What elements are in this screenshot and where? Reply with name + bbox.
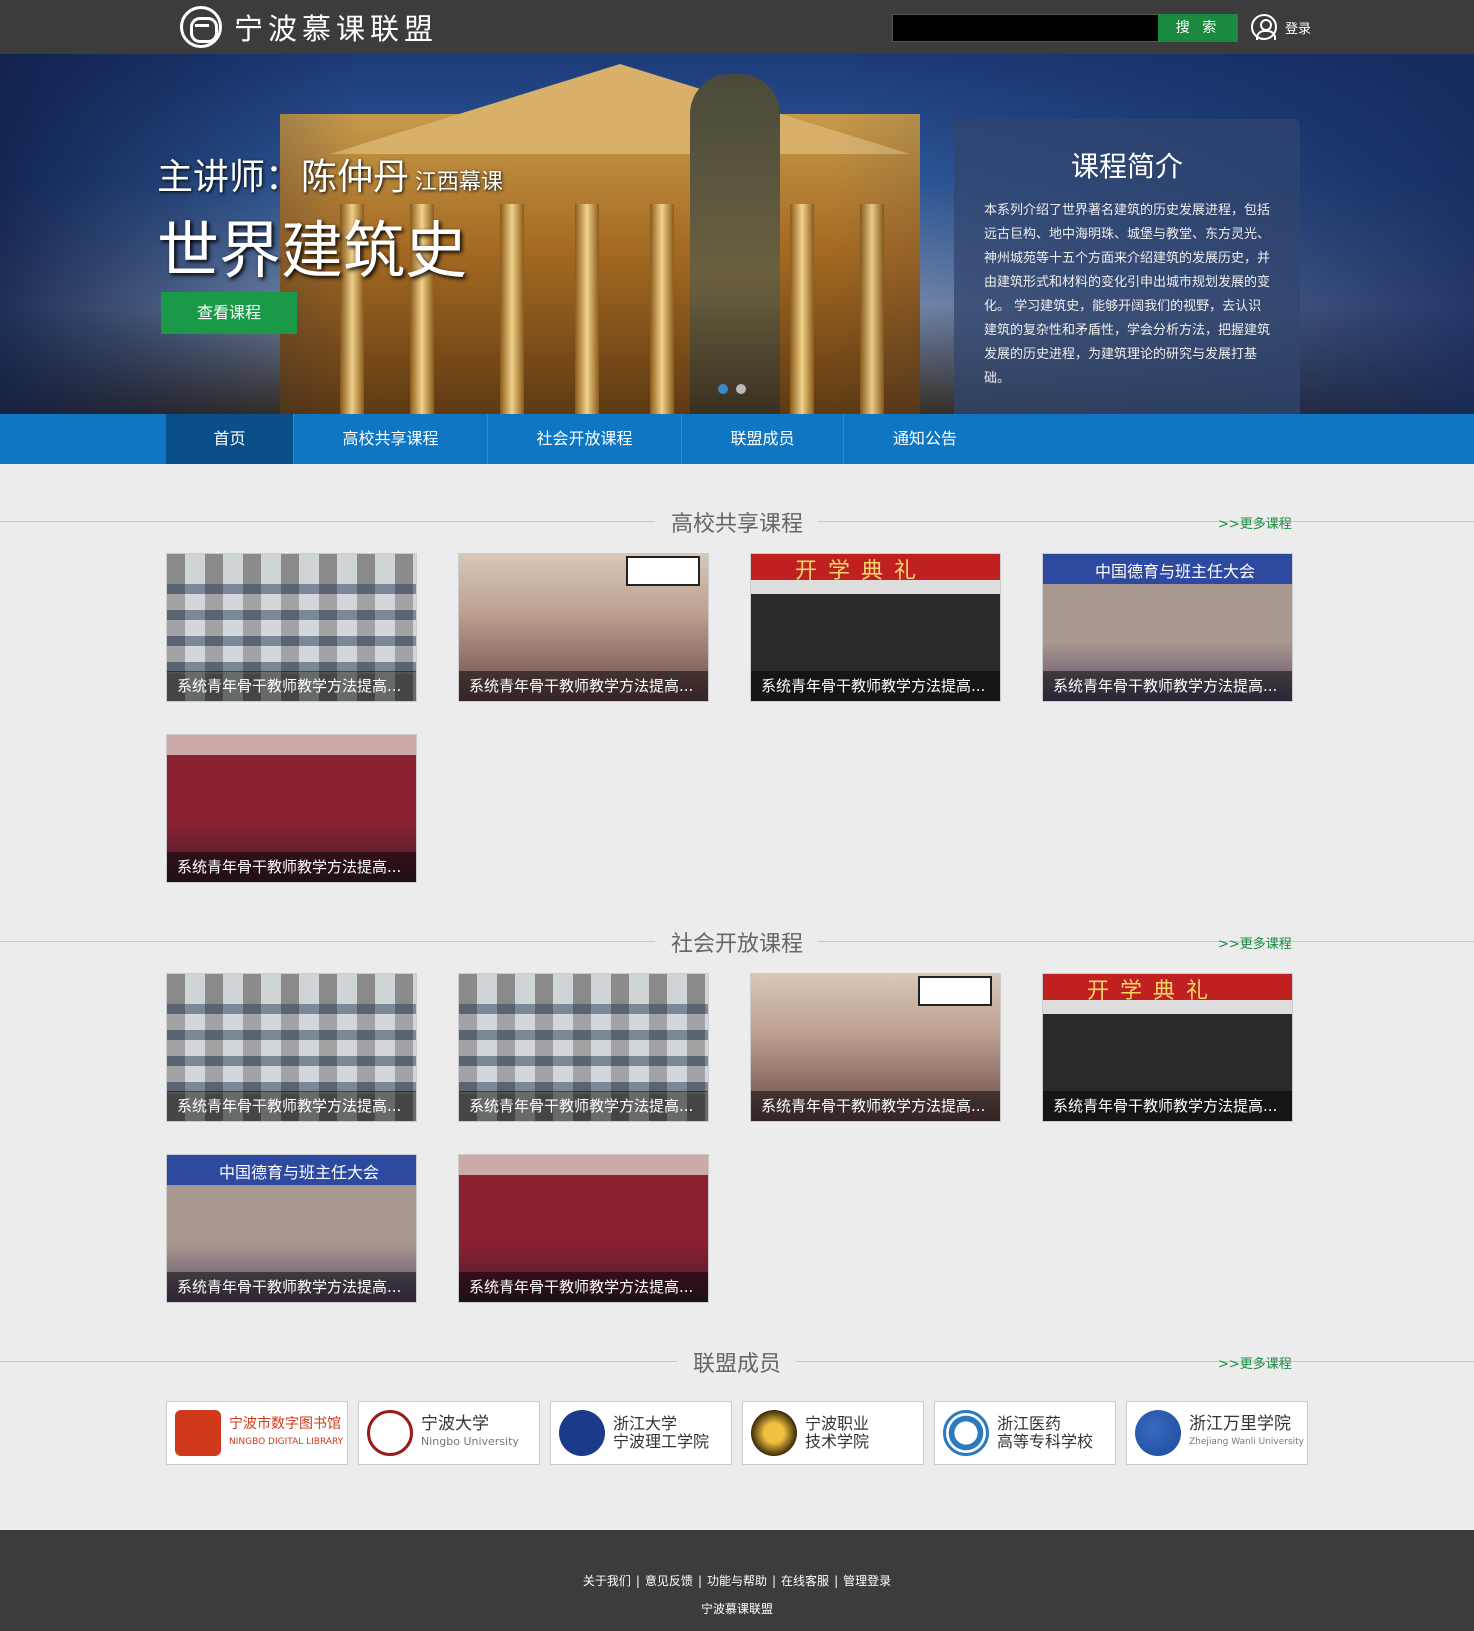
course-caption: 系统青年骨干教师教学方法提高...	[167, 1091, 416, 1121]
more-courses-link[interactable]: >>更多课程	[1218, 513, 1292, 532]
nav-item-notices[interactable]: 通知公告	[844, 414, 1006, 464]
course-card[interactable]: 系统青年骨干教师教学方法提高...	[166, 1154, 417, 1303]
carousel-dot[interactable]	[718, 384, 728, 394]
course-caption: 系统青年骨干教师教学方法提高...	[459, 1091, 708, 1121]
nav-item-social-courses[interactable]: 社会开放课程	[488, 414, 682, 464]
hero-banner: 主讲师：陈仲丹 江西幕课 世界建筑史 查看课程 课程简介 本系列介绍了世界著名建筑…	[0, 54, 1474, 414]
library-logo-icon	[175, 1410, 221, 1456]
course-card[interactable]: 系统青年骨干教师教学方法提高...	[1042, 973, 1293, 1122]
university-seal-icon	[367, 1410, 413, 1456]
university-seal-icon	[751, 1410, 797, 1456]
course-card[interactable]: 系统青年骨干教师教学方法提高...	[166, 973, 417, 1122]
member-logo-ningbo-university[interactable]: 宁波大学 Ningbo University	[358, 1401, 540, 1465]
logo-icon	[180, 6, 222, 48]
footer-link-support[interactable]: 在线客服	[781, 1574, 829, 1588]
logo-text: 宁波慕课联盟	[234, 12, 439, 46]
university-seal-icon	[559, 1410, 605, 1456]
university-seal-icon	[1135, 1410, 1181, 1456]
teacher-name: 主讲师：陈仲丹	[157, 157, 410, 198]
user-icon	[1251, 14, 1277, 40]
course-card[interactable]: 系统青年骨干教师教学方法提高...	[750, 973, 1001, 1122]
course-card[interactable]: 系统青年骨干教师教学方法提高...	[1042, 553, 1293, 702]
course-card[interactable]: 系统青年骨干教师教学方法提高...	[166, 553, 417, 702]
view-course-button[interactable]: 查看课程	[161, 292, 297, 334]
course-caption: 系统青年骨干教师教学方法提高...	[167, 852, 416, 882]
member-logo-ningbo-polytechnic[interactable]: 宁波职业 技术学院	[742, 1401, 924, 1465]
section-header-members: 联盟成员 >>更多课程	[0, 1346, 1474, 1377]
course-caption: 系统青年骨干教师教学方法提高...	[1043, 1091, 1292, 1121]
member-name: 宁波市数字图书馆	[229, 1416, 341, 1432]
teacher-org: 江西幕课	[415, 170, 504, 195]
login-label: 登录	[1285, 21, 1312, 37]
course-card[interactable]: 系统青年骨干教师教学方法提高...	[166, 734, 417, 883]
university-seal-icon	[943, 1410, 989, 1456]
course-caption: 系统青年骨干教师教学方法提高...	[167, 671, 416, 701]
course-caption: 系统青年骨干教师教学方法提高...	[459, 671, 708, 701]
more-courses-link[interactable]: >>更多课程	[1218, 1353, 1292, 1372]
member-sub: NINGBO DIGITAL LIBRARY	[229, 1437, 344, 1447]
course-caption: 系统青年骨干教师教学方法提高...	[459, 1272, 708, 1302]
site-logo[interactable]: 宁波慕课联盟	[180, 6, 438, 48]
section-header-university: 高校共享课程 >>更多课程	[0, 506, 1474, 537]
search-button[interactable]: 搜 索	[1158, 14, 1238, 42]
member-sub: Zhejiang Wanli University	[1189, 1437, 1305, 1447]
more-courses-link[interactable]: >>更多课程	[1218, 933, 1292, 952]
member-name: 浙江医药 高等专科学校	[997, 1414, 1094, 1451]
member-logo-zjpc[interactable]: 浙江医药 高等专科学校	[934, 1401, 1116, 1465]
course-caption: 系统青年骨干教师教学方法提高...	[751, 671, 1000, 701]
member-name: 浙江万里学院	[1189, 1414, 1291, 1434]
course-caption: 系统青年骨干教师教学方法提高...	[167, 1272, 416, 1302]
member-logo-nit-zju[interactable]: 浙江大学 宁波理工学院	[550, 1401, 732, 1465]
main-nav: 首页 高校共享课程 社会开放课程 联盟成员 通知公告	[0, 414, 1474, 464]
footer-copyright: 宁波慕课联盟	[700, 1602, 773, 1616]
carousel-dot[interactable]	[736, 384, 746, 394]
nav-item-university-courses[interactable]: 高校共享课程	[294, 414, 488, 464]
member-name: 宁波大学	[421, 1414, 489, 1434]
nav-item-members[interactable]: 联盟成员	[682, 414, 844, 464]
course-caption: 系统青年骨干教师教学方法提高...	[751, 1091, 1000, 1121]
member-logo-ningbo-library[interactable]: 宁波市数字图书馆 NINGBO DIGITAL LIBRARY	[166, 1401, 348, 1465]
member-name: 浙江大学 宁波理工学院	[613, 1414, 710, 1451]
member-sub: Ningbo University	[421, 1435, 519, 1448]
footer-links: 关于我们 | 意见反馈 | 功能与帮助 | 在线客服 | 管理登录	[582, 1574, 892, 1588]
nav-item-home[interactable]: 首页	[166, 414, 294, 464]
member-name: 宁波职业 技术学院	[805, 1414, 870, 1451]
banner-statue	[690, 74, 780, 414]
banner-course-title: 世界建筑史	[157, 214, 468, 287]
course-intro-box: 课程简介 本系列介绍了世界著名建筑的历史发展进程，包括远古巨构、地中海明珠、城堡…	[954, 119, 1300, 414]
course-caption: 系统青年骨干教师教学方法提高...	[1043, 671, 1292, 701]
course-card[interactable]: 系统青年骨干教师教学方法提高...	[458, 1154, 709, 1303]
carousel-dots	[718, 384, 746, 394]
footer-link-admin[interactable]: 管理登录	[843, 1574, 891, 1588]
course-card[interactable]: 系统青年骨干教师教学方法提高...	[750, 553, 1001, 702]
member-logo-wanli[interactable]: 浙江万里学院 Zhejiang Wanli University	[1126, 1401, 1308, 1465]
intro-title: 课程简介	[1070, 150, 1183, 183]
search-input[interactable]	[892, 14, 1158, 42]
footer-link-help[interactable]: 功能与帮助	[707, 1574, 767, 1588]
course-card[interactable]: 系统青年骨干教师教学方法提高...	[458, 553, 709, 702]
section-header-social: 社会开放课程 >>更多课程	[0, 926, 1474, 957]
banner-teacher: 主讲师：陈仲丹 江西幕课	[157, 148, 503, 200]
login-link[interactable]: 登录	[1251, 13, 1311, 41]
footer-link-feedback[interactable]: 意见反馈	[645, 1574, 693, 1588]
footer: 关于我们 | 意见反馈 | 功能与帮助 | 在线客服 | 管理登录 宁波慕课联盟	[0, 1530, 1474, 1631]
intro-text: 本系列介绍了世界著名建筑的历史发展进程，包括远古巨构、地中海明珠、城堡与教堂、东…	[984, 203, 1271, 386]
top-bar: 宁波慕课联盟 搜 索 登录	[0, 0, 1474, 54]
course-card[interactable]: 系统青年骨干教师教学方法提高...	[458, 973, 709, 1122]
footer-link-about[interactable]: 关于我们	[583, 1574, 631, 1588]
